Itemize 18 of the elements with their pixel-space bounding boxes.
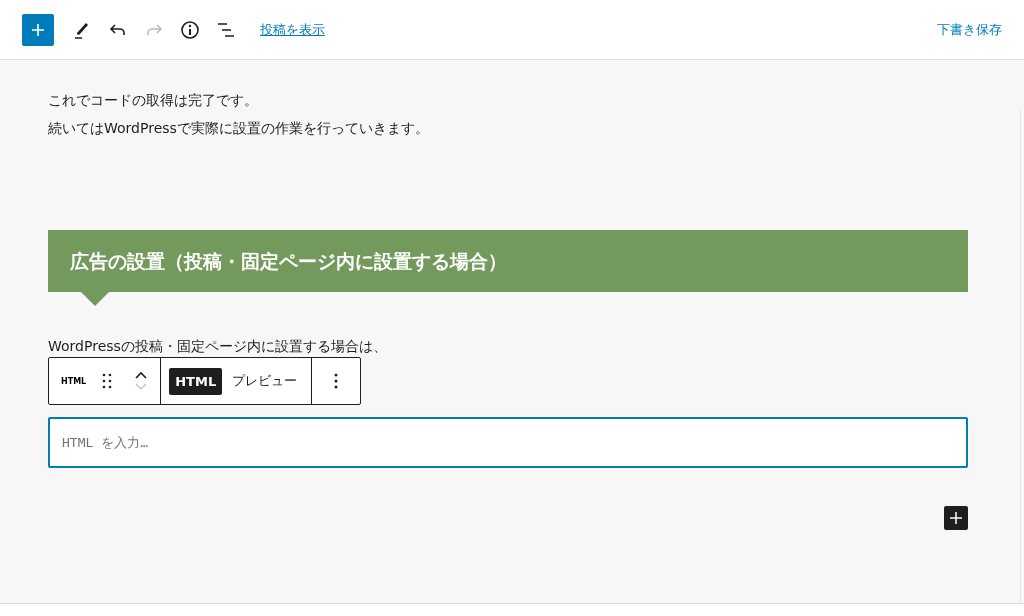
heading-pointer <box>81 292 109 306</box>
paragraph: WordPressの投稿・固定ページ内に設置する場合は、 <box>48 337 388 356</box>
mode-tab[interactable]: プレビュー <box>226 366 304 396</box>
paragraph: 続いてはWordPressで実際に設置の作業を行っていきます。 <box>48 119 430 138</box>
html-input-field[interactable]: HTML を入力… <box>48 417 968 468</box>
block-type-label[interactable]: HTML <box>61 376 87 386</box>
mode-tab[interactable]: HTML <box>169 367 223 395</box>
move-up-icon[interactable] <box>134 370 149 380</box>
paragraph: これでコードの取得は完了です。 <box>48 91 259 110</box>
add-block-button[interactable] <box>944 506 968 530</box>
section-heading: 広告の設置（投稿・固定ページ内に設置する場合） <box>48 230 968 292</box>
drag-handle-icon[interactable] <box>102 373 113 389</box>
plus-icon <box>949 511 963 525</box>
more-options-icon[interactable] <box>334 373 339 389</box>
add-block-button[interactable] <box>22 13 54 46</box>
save-draft-button[interactable]: 下書き保存 <box>937 20 1002 39</box>
view-post-link[interactable]: 投稿を表示 <box>260 20 325 39</box>
plus-icon <box>30 21 46 38</box>
